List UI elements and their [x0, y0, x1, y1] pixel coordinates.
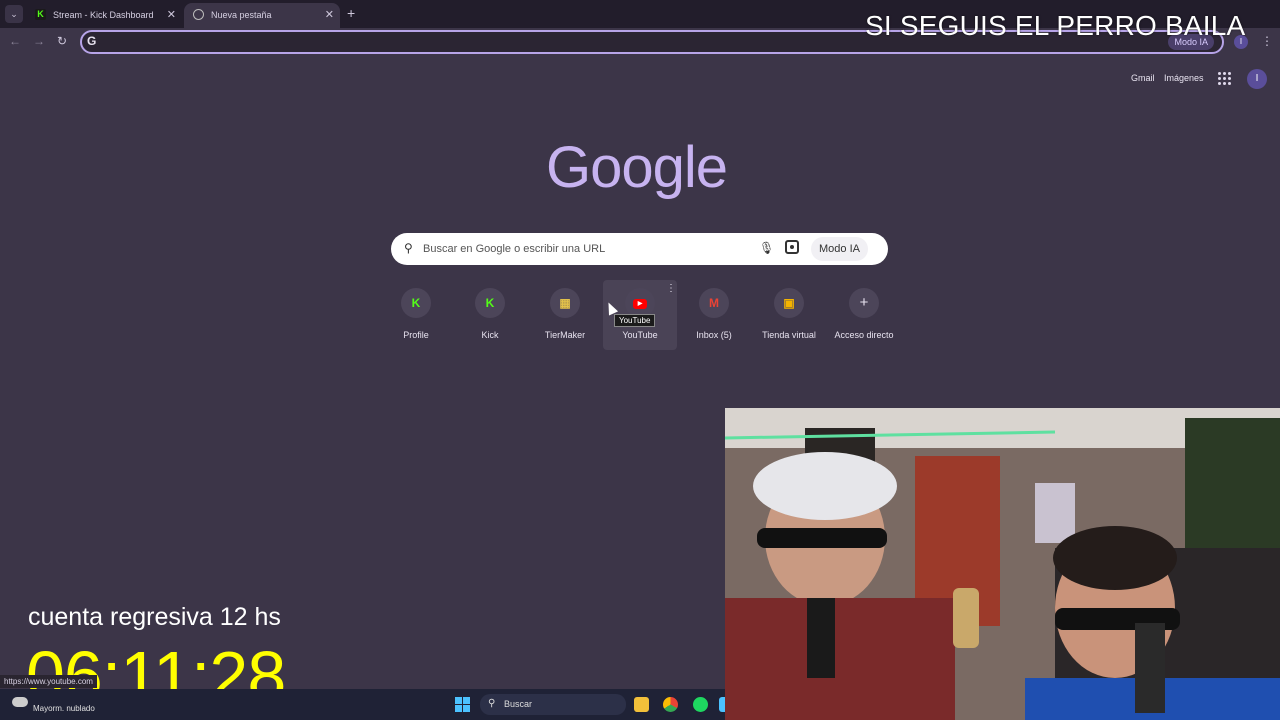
search-icon: ⚲: [404, 241, 413, 255]
shortcut-inbox[interactable]: M Inbox (5): [677, 280, 751, 350]
google-search-box[interactable]: ⚲ 🎙 Modo IA: [391, 233, 888, 265]
search-icon: ⚲: [488, 698, 496, 709]
tab-kick-dashboard[interactable]: K Stream - Kick Dashboard ✕: [26, 3, 182, 28]
gmail-icon: M: [699, 288, 729, 318]
spotify-icon[interactable]: [693, 697, 708, 712]
tiermaker-icon: ▦: [550, 288, 580, 318]
tab-new-tab[interactable]: Nueva pestaña ✕: [184, 3, 340, 28]
shortcut-label: Kick: [481, 330, 499, 340]
shortcut-more-icon[interactable]: ⋮: [666, 283, 676, 294]
status-bar-url: https://www.youtube.com: [0, 675, 97, 688]
google-g-icon: G: [87, 34, 97, 48]
forward-icon[interactable]: →: [33, 34, 45, 48]
shortcut-label: Tienda virtual: [762, 330, 816, 340]
profile-avatar[interactable]: I: [1247, 69, 1267, 89]
apps-grid-icon[interactable]: [1218, 72, 1231, 85]
shortcut-add[interactable]: + Acceso directo: [827, 280, 901, 350]
reload-icon[interactable]: ↻: [57, 34, 67, 48]
shortcut-kick[interactable]: K Kick: [453, 280, 527, 350]
webcam-scene: [725, 408, 1280, 720]
new-tab-button[interactable]: +: [347, 5, 355, 21]
ai-mode-button[interactable]: Modo IA: [811, 237, 868, 261]
file-explorer-icon[interactable]: [634, 697, 649, 712]
weather-text[interactable]: Mayorm. nublado: [33, 704, 95, 713]
images-link[interactable]: Imágenes: [1164, 73, 1204, 83]
shortcut-tienda-virtual[interactable]: ▣ Tienda virtual: [752, 280, 826, 350]
shortcut-tiermaker[interactable]: ▦ TierMaker: [528, 280, 602, 350]
shortcut-label: Inbox (5): [696, 330, 732, 340]
plus-icon: +: [849, 288, 879, 318]
microphone-icon[interactable]: 🎙: [759, 241, 774, 255]
store-icon: ▣: [774, 288, 804, 318]
taskbar-search-label: Buscar: [504, 699, 533, 709]
browser-menu-icon[interactable]: ⋮: [1261, 34, 1273, 48]
taskbar-app-icon[interactable]: [719, 697, 725, 712]
shortcut-profile[interactable]: K Profile: [379, 280, 453, 350]
windows-start-icon[interactable]: [455, 697, 470, 712]
windows-taskbar: Mayorm. nublado ⚲ Buscar: [0, 689, 725, 720]
back-icon[interactable]: ←: [9, 34, 21, 48]
close-tab-icon[interactable]: ✕: [325, 8, 334, 21]
shortcut-label: Acceso directo: [834, 330, 894, 340]
gmail-link[interactable]: Gmail: [1131, 73, 1155, 83]
shortcut-label: Profile: [403, 330, 429, 340]
google-logo: Google: [546, 135, 728, 200]
close-tab-icon[interactable]: ✕: [167, 8, 176, 21]
chrome-icon[interactable]: [663, 697, 678, 712]
countdown-label: cuenta regresiva 12 hs: [28, 603, 281, 631]
shortcut-label: TierMaker: [544, 330, 586, 340]
search-input[interactable]: [423, 241, 743, 257]
shortcut-label: YouTube: [622, 330, 658, 340]
tab-title: Stream - Kick Dashboard: [53, 10, 154, 20]
cloud-icon[interactable]: [12, 697, 28, 707]
stream-overlay-title: SI SEGUIS EL PERRO BAILA: [865, 10, 1246, 41]
chrome-icon: [193, 9, 204, 20]
tab-search-button[interactable]: ⌄: [5, 5, 23, 23]
google-lens-icon[interactable]: [785, 240, 799, 254]
kick-icon: K: [35, 9, 46, 20]
kick-icon: K: [475, 288, 505, 318]
kick-icon: K: [401, 288, 431, 318]
tab-title: Nueva pestaña: [211, 10, 272, 20]
tooltip: YouTube: [614, 314, 656, 327]
webcam-feed: [725, 408, 1280, 720]
taskbar-search[interactable]: ⚲ Buscar: [480, 694, 626, 715]
